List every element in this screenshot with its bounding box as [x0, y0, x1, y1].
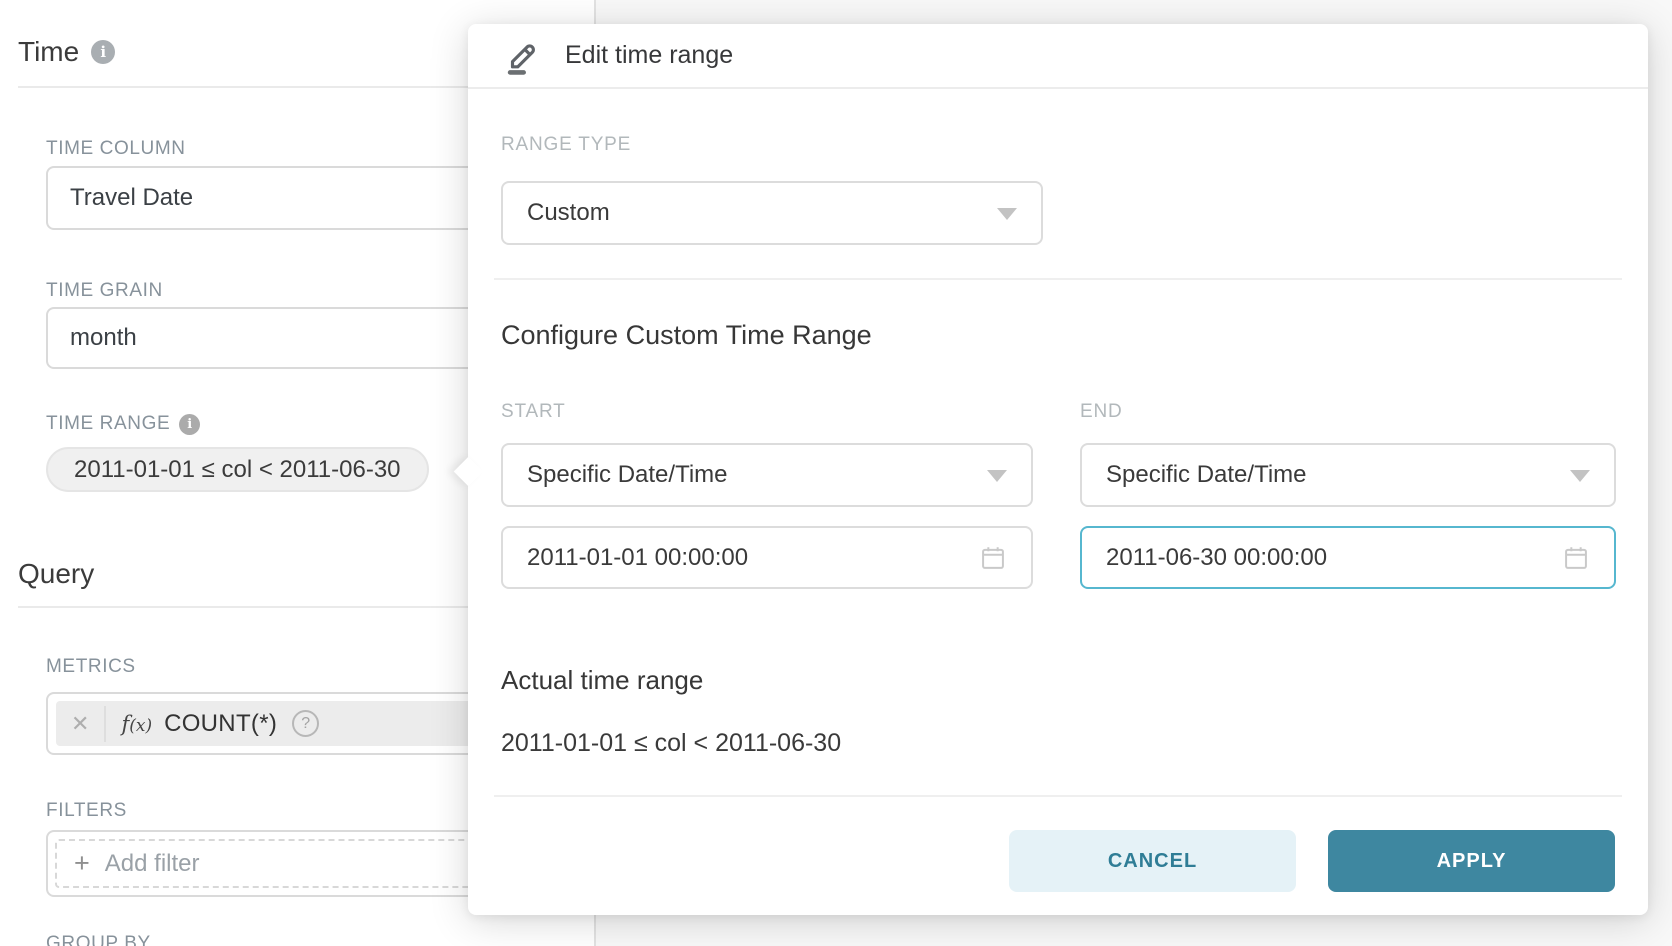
calendar-icon: [979, 544, 1007, 572]
time-info-icon[interactable]: i: [91, 40, 115, 64]
time-grain-label: TIME GRAIN: [46, 280, 163, 302]
start-mode-select[interactable]: Specific Date/Time: [501, 443, 1033, 507]
metrics-label: METRICS: [46, 656, 136, 678]
time-range-label: TIME RANGE: [46, 413, 170, 435]
plus-icon: +: [74, 850, 90, 877]
time-range-label-row: TIME RANGE i: [46, 413, 200, 435]
time-section-header: Time i: [18, 36, 115, 68]
time-column-value: Travel Date: [70, 184, 193, 212]
range-type-select[interactable]: Custom: [501, 181, 1043, 245]
end-label: END: [1080, 401, 1123, 423]
actual-range-heading: Actual time range: [501, 665, 703, 696]
chevron-down-icon: [987, 470, 1007, 482]
configure-heading: Configure Custom Time Range: [501, 320, 872, 351]
function-icon: f(x): [121, 712, 152, 736]
add-filter-text: Add filter: [105, 850, 200, 878]
actual-range-value: 2011-01-01 ≤ col < 2011-06-30: [501, 729, 841, 758]
edit-pencil-icon: [502, 35, 544, 77]
range-type-value: Custom: [527, 199, 610, 227]
metric-remove-icon[interactable]: ✕: [56, 711, 104, 737]
end-mode-value: Specific Date/Time: [1106, 461, 1307, 489]
end-date-value: 2011-06-30 00:00:00: [1106, 544, 1327, 572]
edit-time-range-popover: Edit time range RANGE TYPE Custom Config…: [468, 24, 1648, 915]
chevron-down-icon: [997, 208, 1017, 220]
calendar-icon: [1562, 544, 1590, 572]
superset-explore-page: Time i TIME COLUMN Travel Date TIME GRAI…: [0, 0, 1672, 946]
apply-button[interactable]: APPLY: [1328, 830, 1615, 892]
time-section-title: Time: [18, 36, 79, 68]
time-range-info-icon[interactable]: i: [179, 414, 200, 435]
start-label: START: [501, 401, 566, 423]
time-grain-value: month: [70, 324, 137, 352]
time-range-pill[interactable]: 2011-01-01 ≤ col < 2011-06-30: [46, 447, 429, 492]
end-mode-select[interactable]: Specific Date/Time: [1080, 443, 1616, 507]
group-by-label: GROUP BY: [46, 933, 151, 946]
time-range-value: 2011-01-01 ≤ col < 2011-06-30: [74, 456, 401, 484]
start-date-input[interactable]: 2011-01-01 00:00:00: [501, 526, 1033, 589]
query-section-header: Query: [18, 558, 94, 590]
filters-label: FILTERS: [46, 800, 127, 822]
metric-name: COUNT(*): [164, 710, 277, 738]
metric-chip-separator: [104, 706, 106, 742]
time-column-label: TIME COLUMN: [46, 138, 186, 160]
start-date-value: 2011-01-01 00:00:00: [527, 544, 748, 572]
cancel-button[interactable]: CANCEL: [1009, 830, 1296, 892]
footer-divider: [494, 795, 1622, 797]
popover-title: Edit time range: [565, 41, 733, 70]
metric-help-icon[interactable]: ?: [292, 710, 319, 737]
range-type-label: RANGE TYPE: [501, 134, 631, 156]
end-date-input[interactable]: 2011-06-30 00:00:00: [1080, 526, 1616, 589]
section-divider-1: [494, 278, 1622, 280]
popover-header: Edit time range: [468, 24, 1648, 89]
query-section-title: Query: [18, 558, 94, 590]
start-mode-value: Specific Date/Time: [527, 461, 728, 489]
chevron-down-icon: [1570, 470, 1590, 482]
